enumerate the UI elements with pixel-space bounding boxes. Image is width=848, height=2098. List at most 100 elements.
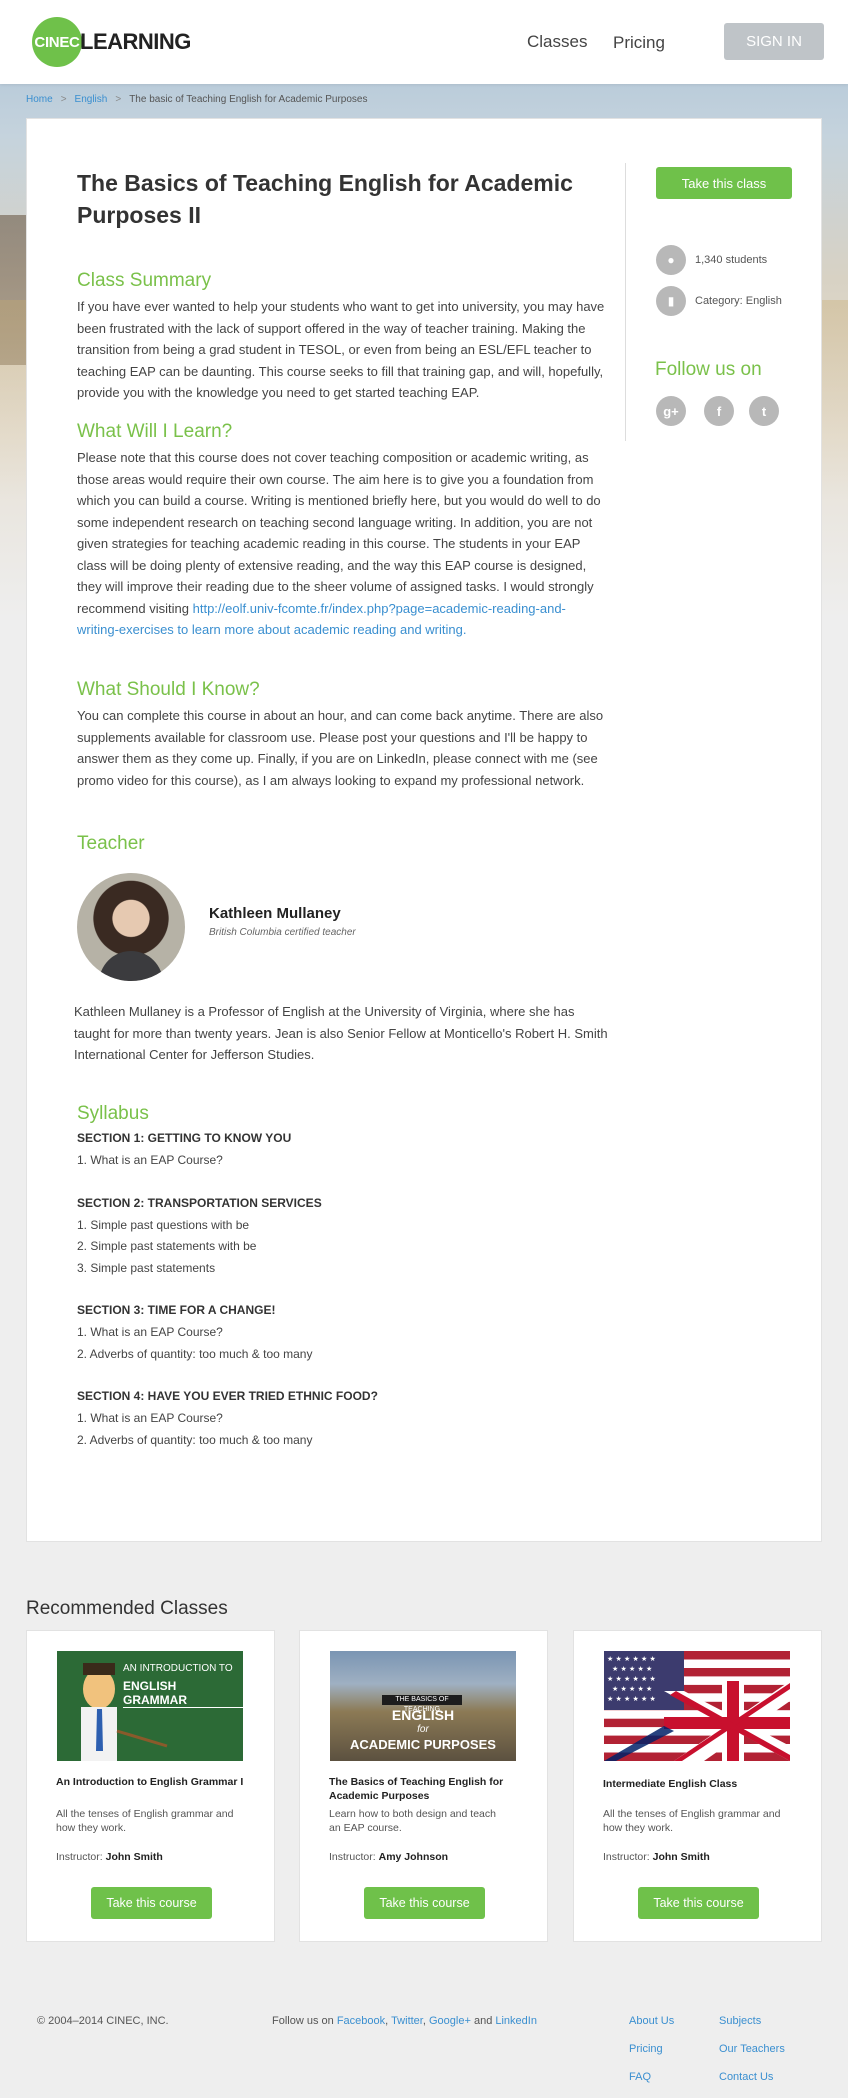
intermediate-course-image[interactable]: ★ ★ ★ ★ ★ ★ ★ ★ ★ ★ ★ ★ ★ ★ ★ ★ ★ ★ ★ ★ ★ … xyxy=(604,1651,790,1761)
follow-heading: Follow us on xyxy=(655,359,762,380)
footer-twitter-link[interactable]: Twitter xyxy=(391,2015,423,2027)
recommended-instructor: Instructor: Amy Johnson xyxy=(329,1851,448,1863)
take-course-button[interactable]: Take this course xyxy=(638,1887,759,1919)
svg-text:★ ★ ★ ★ ★ ★: ★ ★ ★ ★ ★ ★ xyxy=(607,1695,656,1703)
footer-link-about[interactable]: About Us xyxy=(629,2015,674,2027)
teacher-avatar xyxy=(77,873,185,981)
instructor-name: John Smith xyxy=(652,1851,710,1863)
svg-text:★ ★ ★ ★ ★ ★: ★ ★ ★ ★ ★ ★ xyxy=(607,1675,656,1683)
syllabus-section: SECTION 2: TRANSPORTATION SERVICES xyxy=(77,1196,322,1210)
site-header: CINEC LEARNING Classes Pricing SIGN IN xyxy=(0,0,848,84)
summary-heading: Class Summary xyxy=(77,270,212,291)
teacher-bio: Kathleen Mullaney is a Professor of Engl… xyxy=(74,1004,608,1062)
recommended-heading: Recommended Classes xyxy=(26,1598,228,1619)
recommended-instructor: Instructor: John Smith xyxy=(56,1851,163,1863)
instructor-label: Instructor: xyxy=(603,1851,650,1863)
syllabus-item[interactable]: 3. Simple past statements xyxy=(77,1261,215,1275)
svg-text:★ ★ ★ ★ ★: ★ ★ ★ ★ ★ xyxy=(612,1665,652,1673)
syllabus-item[interactable]: 2. Simple past statements with be xyxy=(77,1239,256,1253)
page-title: The Basics of Teaching English for Acade… xyxy=(77,170,573,228)
grammar-course-image[interactable]: AN INTRODUCTION TO ENGLISH GRAMMAR xyxy=(57,1651,243,1761)
sign-in-button[interactable]: SIGN IN xyxy=(724,23,824,60)
instructor-name: Amy Johnson xyxy=(378,1851,449,1863)
recommended-name[interactable]: An Introduction to English Grammar I xyxy=(56,1775,246,1789)
syllabus-item[interactable]: 2. Adverbs of quantity: too much & too m… xyxy=(77,1347,312,1361)
footer-link-faq[interactable]: FAQ xyxy=(629,2071,651,2083)
syllabus-section: SECTION 1: GETTING TO KNOW YOU xyxy=(77,1131,292,1145)
instructor-label: Instructor: xyxy=(329,1851,376,1863)
recommended-card[interactable]: ★ ★ ★ ★ ★ ★ ★ ★ ★ ★ ★ ★ ★ ★ ★ ★ ★ ★ ★ ★ ★ … xyxy=(573,1630,822,1942)
syllabus-heading: Syllabus xyxy=(77,1103,149,1124)
recommended-description: All the tenses of English grammar and ho… xyxy=(56,1808,234,1834)
students-count: ● 1,340 students xyxy=(656,245,767,275)
user-icon: ● xyxy=(656,245,686,275)
book-icon: ▮ xyxy=(656,286,686,316)
eap-image-line4: ACADEMIC PURPOSES xyxy=(350,1737,496,1752)
syllabus-section: SECTION 3: TIME FOR A CHANGE! xyxy=(77,1303,276,1317)
category-info: ▮ Category: English xyxy=(656,286,782,316)
footer-facebook-link[interactable]: Facebook xyxy=(337,2015,385,2027)
google-plus-icon[interactable]: g+ xyxy=(656,396,686,426)
take-course-button[interactable]: Take this course xyxy=(91,1887,212,1919)
footer-copyright: © 2004–2014 CINEC, INC. xyxy=(37,2015,169,2027)
know-text: You can complete this course in about an… xyxy=(77,708,604,788)
footer-follow-prefix: Follow us on xyxy=(272,2015,334,2027)
footer-link-pricing[interactable]: Pricing xyxy=(629,2043,663,2055)
breadcrumb-home[interactable]: Home xyxy=(26,94,53,105)
footer-follow: Follow us on Facebook, Twitter, Google+ … xyxy=(272,2015,537,2027)
footer-linkedin-link[interactable]: LinkedIn xyxy=(495,2015,537,2027)
footer-googleplus-link[interactable]: Google+ xyxy=(429,2015,471,2027)
sidebar-divider xyxy=(625,163,626,441)
breadcrumb-separator: > xyxy=(115,94,122,105)
logo-badge: CINEC xyxy=(32,17,82,67)
recommended-instructor: Instructor: John Smith xyxy=(603,1851,710,1863)
teacher-subtitle: British Columbia certified teacher xyxy=(209,927,356,938)
teacher-name: Kathleen Mullaney xyxy=(209,905,341,922)
footer-link-contact[interactable]: Contact Us xyxy=(719,2071,773,2083)
breadcrumb-category[interactable]: English xyxy=(75,94,108,105)
learn-text: Please note that this course does not co… xyxy=(77,450,601,616)
syllabus-item[interactable]: 1. What is an EAP Course? xyxy=(77,1411,223,1425)
instructor-name: John Smith xyxy=(105,1851,163,1863)
summary-text: If you have ever wanted to help your stu… xyxy=(77,299,605,400)
syllabus-item[interactable]: 1. What is an EAP Course? xyxy=(77,1153,223,1167)
instructor-label: Instructor: xyxy=(56,1851,103,1863)
grammar-image-line1: AN INTRODUCTION TO xyxy=(123,1663,233,1674)
syllabus-item[interactable]: 1. What is an EAP Course? xyxy=(77,1325,223,1339)
nav-pricing[interactable]: Pricing xyxy=(613,33,665,53)
footer-link-teachers[interactable]: Our Teachers xyxy=(719,2043,785,2055)
syllabus-item[interactable]: 1. Simple past questions with be xyxy=(77,1218,249,1232)
breadcrumb-separator: > xyxy=(60,94,67,105)
breadcrumb: Home > English > The basic of Teaching Engli… xyxy=(26,94,367,105)
know-heading: What Should I Know? xyxy=(77,679,260,700)
svg-text:★ ★ ★ ★ ★: ★ ★ ★ ★ ★ xyxy=(612,1685,652,1693)
facebook-icon[interactable]: f xyxy=(704,396,734,426)
breadcrumb-current: The basic of Teaching English for Academ… xyxy=(129,94,368,105)
recommended-card[interactable]: THE BASICS OF TEACHING ENGLISH for ACADE… xyxy=(299,1630,548,1942)
recommended-card[interactable]: AN INTRODUCTION TO ENGLISH GRAMMAR An In… xyxy=(26,1630,275,1942)
eap-image-line1: THE BASICS OF TEACHING xyxy=(382,1695,462,1713)
nav-classes[interactable]: Classes xyxy=(527,32,587,52)
learn-block: Please note that this course does not co… xyxy=(77,447,607,641)
logo-wordmark: LEARNING xyxy=(80,29,191,54)
eap-course-image[interactable]: THE BASICS OF TEACHING ENGLISH for ACADE… xyxy=(330,1651,516,1761)
footer-follow-and: and xyxy=(473,2015,493,2027)
recommended-name[interactable]: Intermediate English Class xyxy=(603,1777,793,1791)
course-card: The Basics of Teaching English for Acade… xyxy=(26,118,822,1542)
teacher-heading: Teacher xyxy=(77,833,145,854)
take-class-button[interactable]: Take this class xyxy=(656,167,792,199)
twitter-icon[interactable]: t xyxy=(749,396,779,426)
take-course-button[interactable]: Take this course xyxy=(364,1887,485,1919)
recommended-description: Learn how to both design and teach an EA… xyxy=(329,1808,496,1834)
learn-heading: What Will I Learn? xyxy=(77,421,233,442)
logo[interactable]: CINEC LEARNING xyxy=(32,17,191,67)
flags-image: ★ ★ ★ ★ ★ ★ ★ ★ ★ ★ ★ ★ ★ ★ ★ ★ ★ ★ ★ ★ ★ … xyxy=(604,1651,790,1761)
eap-image-line2: ENGLISH xyxy=(391,1707,455,1723)
recommended-description: All the tenses of English grammar and ho… xyxy=(603,1808,781,1834)
syllabus-section: SECTION 4: HAVE YOU EVER TRIED ETHNIC FO… xyxy=(77,1389,378,1403)
footer-link-subjects[interactable]: Subjects xyxy=(719,2015,761,2027)
recommended-name[interactable]: The Basics of Teaching English for Acade… xyxy=(329,1775,519,1803)
syllabus-item[interactable]: 2. Adverbs of quantity: too much & too m… xyxy=(77,1433,312,1447)
grammar-image-line2: ENGLISH GRAMMAR xyxy=(123,1679,243,1708)
eap-image-line3: for xyxy=(417,1724,429,1735)
